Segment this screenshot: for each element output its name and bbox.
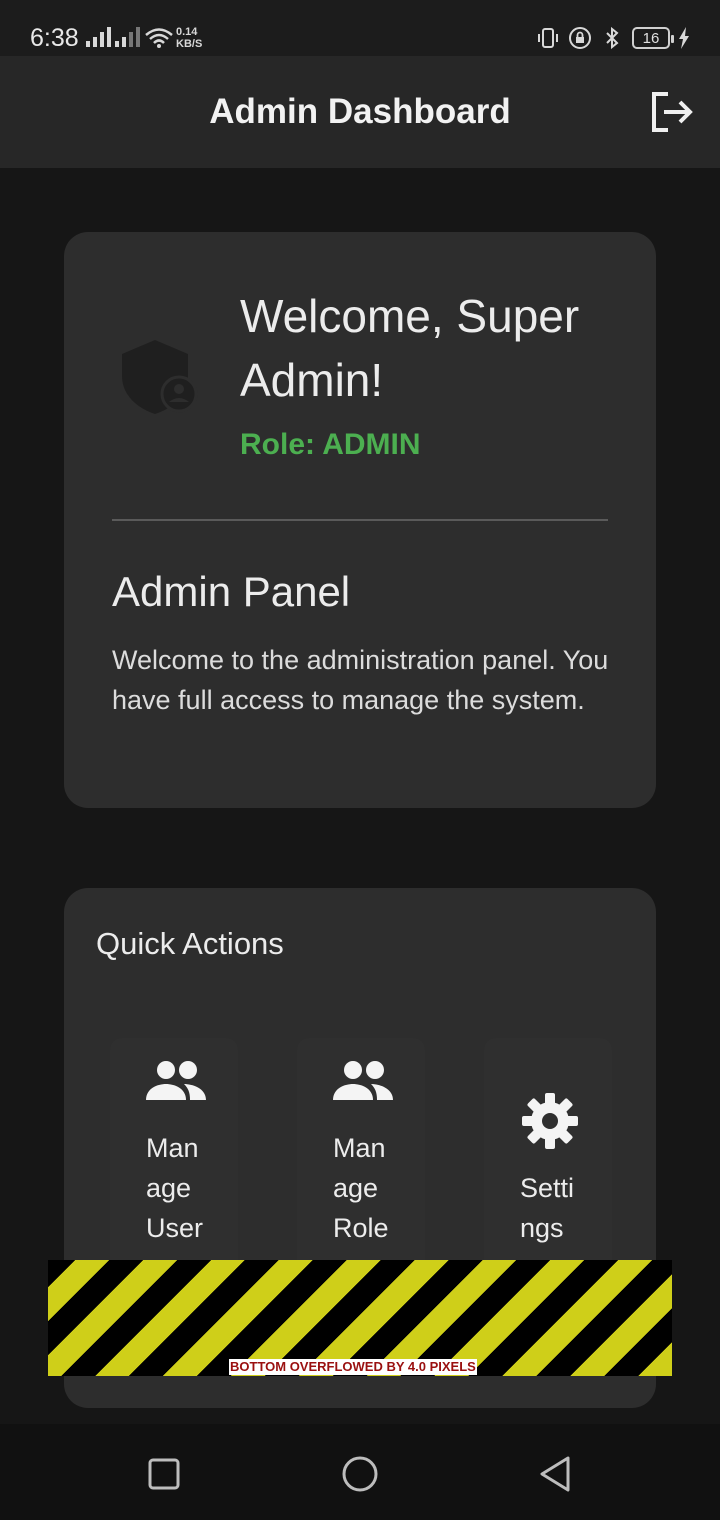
divider bbox=[112, 519, 608, 521]
home-icon[interactable] bbox=[340, 1454, 380, 1494]
manage-users-label: Manage Users bbox=[146, 1133, 204, 1278]
settings-label: Settings bbox=[520, 1173, 575, 1243]
manage-roles-label: Manage Roles bbox=[333, 1133, 389, 1278]
charging-icon bbox=[679, 27, 689, 49]
signal-1-icon bbox=[86, 27, 111, 47]
status-bar: 6:38 0.14 KB/S 16 bbox=[0, 0, 720, 56]
back-icon[interactable] bbox=[536, 1454, 576, 1494]
logout-icon[interactable] bbox=[648, 90, 694, 134]
signal-2-icon bbox=[115, 27, 140, 47]
recents-icon[interactable] bbox=[144, 1454, 184, 1494]
admin-panel-description: Welcome to the administration panel. You… bbox=[112, 645, 609, 715]
vibrate-icon bbox=[538, 28, 558, 48]
status-icons: 16 bbox=[536, 26, 690, 50]
battery-level: 16 bbox=[642, 29, 660, 47]
network-speed: 0.14 KB/S bbox=[176, 26, 202, 50]
battery-icon: 16 bbox=[632, 27, 674, 49]
quick-actions-title: Quick Actions bbox=[96, 926, 284, 961]
admin-panel-title: Admin Panel bbox=[112, 568, 351, 615]
bluetooth-icon bbox=[606, 26, 619, 50]
gear-icon bbox=[522, 1093, 578, 1149]
network-speed-unit: KB/S bbox=[176, 38, 203, 50]
system-nav-bar bbox=[0, 1424, 720, 1520]
overflow-warning-text: BOTTOM OVERFLOWED BY 4.0 PIXELS bbox=[229, 1359, 477, 1375]
status-time: 6:38 bbox=[30, 24, 79, 52]
manage-users-button[interactable]: Manage Users bbox=[110, 1038, 238, 1278]
manage-roles-button[interactable]: Manage Roles bbox=[297, 1038, 425, 1278]
admin-shield-icon bbox=[122, 340, 198, 414]
welcome-greeting: Welcome, Super Admin! bbox=[240, 290, 580, 406]
people-icon bbox=[146, 1061, 206, 1100]
page-title: Admin Dashboard bbox=[209, 92, 511, 131]
welcome-card: Welcome, Super Admin! Role: ADMIN Admin … bbox=[64, 232, 656, 808]
wifi-icon bbox=[145, 28, 173, 48]
network-speed-value: 0.14 bbox=[176, 26, 198, 38]
lock-rotation-icon bbox=[569, 27, 591, 49]
settings-button[interactable]: Settings bbox=[484, 1038, 612, 1278]
role-label: Role: ADMIN bbox=[240, 428, 421, 461]
people-icon bbox=[333, 1061, 393, 1100]
